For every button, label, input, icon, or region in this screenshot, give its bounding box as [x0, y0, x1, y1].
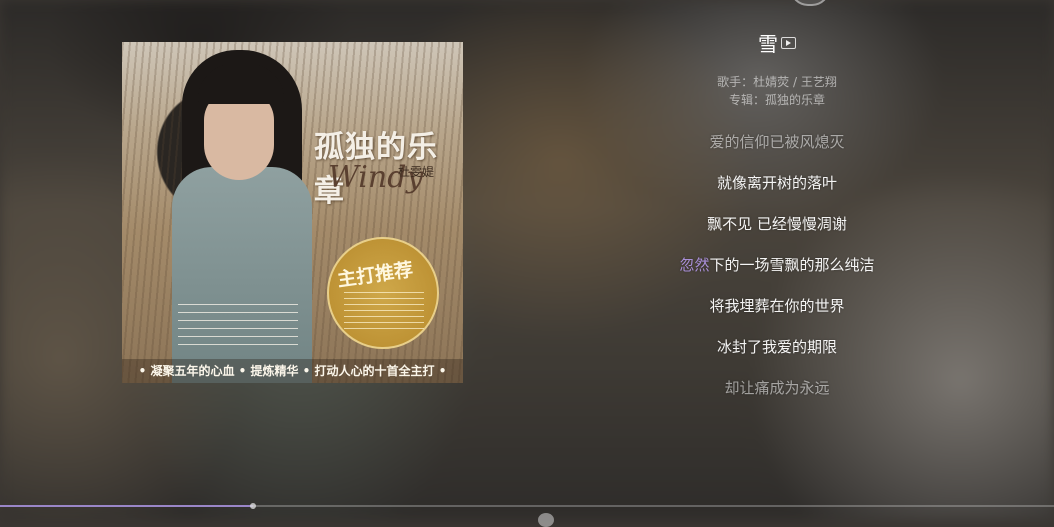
- song-artist: 歌手：杜婧荧 / 王艺翔: [717, 75, 837, 89]
- progress-fill: [0, 505, 253, 507]
- lyric-line[interactable]: 爱的信仰已被风熄灭: [560, 131, 994, 153]
- song-title-row: 雪: [560, 30, 994, 58]
- cover-bottom-banner: • 凝聚五年的心血 • 提炼精华 • 打动人心的十首全主打 •: [122, 359, 463, 383]
- lyric-line[interactable]: 就像离开树的落叶: [560, 172, 994, 194]
- cover-handwritten-notes: [178, 304, 298, 352]
- lyric-line[interactable]: 却让痛成为永远: [560, 377, 994, 399]
- lyric-remaining-part: 下的一场雪飘的那么纯洁: [709, 256, 875, 274]
- progress-bar[interactable]: [0, 503, 1054, 509]
- cover-seal-tracklist: [344, 292, 424, 332]
- mv-icon[interactable]: [781, 37, 796, 49]
- lyric-sung-part: 忽然: [679, 256, 710, 274]
- song-album: 专辑：孤独的乐章: [728, 93, 825, 107]
- progress-handle[interactable]: [249, 503, 256, 509]
- song-title: 雪: [758, 32, 778, 56]
- lyric-line-current[interactable]: 忽然下的一场雪飘的那么纯洁: [560, 254, 994, 276]
- lyric-line[interactable]: 冰封了我爱的期限: [560, 336, 994, 358]
- lyric-line[interactable]: 飘不见 已经慢慢凋谢: [560, 213, 994, 235]
- bottom-control-dot[interactable]: [538, 513, 554, 527]
- cover-artist-name: 杜雯媞: [398, 165, 435, 179]
- album-cover: 孤独的乐章 Windy 杜雯媞 主打推荐 • 凝聚五年的心血 • 提炼精华 • …: [122, 42, 463, 383]
- lyric-line[interactable]: 将我埋葬在你的世界: [560, 295, 994, 317]
